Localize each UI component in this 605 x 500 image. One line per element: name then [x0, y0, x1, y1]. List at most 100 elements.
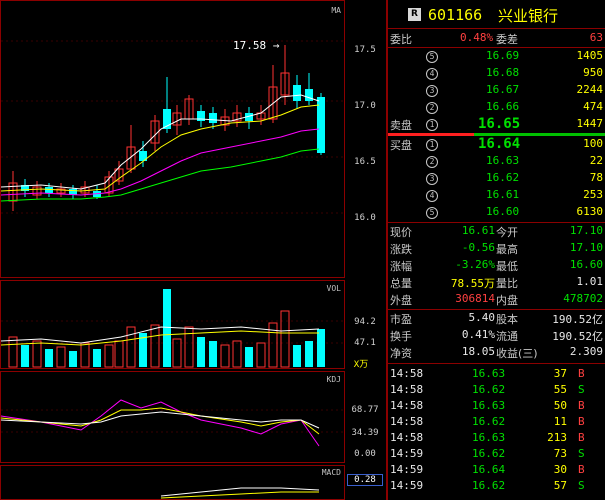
volume-bar — [69, 351, 77, 367]
volume-bar — [209, 341, 217, 367]
kdj-chart[interactable]: KDJ — [0, 371, 344, 463]
tick-side: B — [578, 415, 585, 428]
tick-side: B — [578, 431, 585, 444]
tick-row[interactable]: 14:59 16.62 73 S — [388, 446, 605, 463]
kdj-indicator-tag[interactable]: KDJ — [327, 375, 341, 384]
fundamentals-row: 净资 18.05 收益(三) 2.309 — [388, 344, 605, 361]
bid-row-1[interactable]: 买盘 1 16.64 100 — [388, 136, 605, 154]
fundamentals-row: 换手 0.41% 流通 190.52亿 — [388, 327, 605, 344]
quote-panel: R 601166 兴业银行 委比 0.48% 委差 63 5 16.69 140… — [386, 0, 605, 500]
bid-price: 16.60 — [486, 205, 520, 218]
volume-tick: 94.2 — [354, 317, 376, 327]
bid-price-best: 16.64 — [478, 136, 521, 152]
level-circle: 1 — [426, 119, 438, 131]
tick-time: 14:59 — [390, 463, 424, 476]
bid-label: 买盘 — [390, 139, 412, 152]
volume-svg[interactable] — [1, 281, 344, 368]
tick-price: 16.62 — [472, 447, 506, 460]
stock-name: 兴业银行 — [498, 7, 559, 25]
ask-row-3[interactable]: 3 16.67 2244 — [388, 82, 605, 99]
kdj-k-line — [1, 411, 320, 429]
price-tick: 16.5 — [354, 157, 376, 167]
ask-volume: 1405 — [576, 49, 604, 62]
tick-time: 14:58 — [390, 399, 424, 412]
stat-value: 16.60 — [569, 258, 603, 271]
stat-value: -3.26% — [455, 258, 495, 271]
bid-row-4[interactable]: 4 16.61 253 — [388, 187, 605, 204]
price-tick: 17.5 — [354, 45, 376, 55]
tick-volume: 57 — [553, 479, 567, 492]
price-tick: 16.0 — [354, 213, 376, 223]
ask-row-1[interactable]: 卖盘 1 16.65 1447 — [388, 116, 605, 134]
stats-row: 涨幅 -3.26% 最低 16.60 — [388, 257, 605, 274]
tick-row[interactable]: 14:59 16.64 30 B — [388, 462, 605, 479]
divider — [388, 28, 605, 29]
price-tick: 17.0 — [354, 101, 376, 111]
stat-label: 涨幅 — [390, 260, 412, 273]
fundamentals-row: 市盈 5.40 股本 190.52亿 — [388, 310, 605, 327]
fund-label: 收益(三) — [496, 347, 538, 360]
tick-row[interactable]: 14:58 16.62 55 S — [388, 382, 605, 399]
rzrq-badge: R — [408, 8, 421, 21]
level-circle: 1 — [426, 139, 438, 151]
volume-chart[interactable]: VOL — [0, 280, 344, 369]
fund-value: 190.52亿 — [552, 313, 603, 326]
stats-row: 总量 78.55万 量比 1.01 — [388, 274, 605, 291]
tick-row[interactable]: 14:58 16.62 11 B — [388, 414, 605, 431]
tick-side: S — [578, 479, 585, 492]
ask-row-5[interactable]: 5 16.69 1405 — [388, 48, 605, 65]
bid-volume: 22 — [589, 154, 603, 167]
tick-price: 16.62 — [472, 479, 506, 492]
volume-bar — [80, 342, 90, 368]
candle-body — [293, 85, 301, 101]
candlestick-svg[interactable] — [1, 1, 344, 277]
stat-label: 涨跌 — [390, 243, 412, 256]
tick-time: 14:58 — [390, 431, 424, 444]
fund-label: 净资 — [390, 347, 412, 360]
stat-value: 17.10 — [569, 224, 603, 237]
tick-row[interactable]: 14:58 16.63 37 B — [388, 366, 605, 383]
stat-value: 78.55万 — [450, 277, 495, 290]
volume-bar — [256, 342, 266, 368]
vol-indicator-tag[interactable]: VOL — [327, 284, 341, 293]
macd-svg[interactable] — [1, 466, 344, 499]
tick-row[interactable]: 14:59 16.62 57 S — [388, 478, 605, 495]
tick-row[interactable]: 14:58 16.63 213 B — [388, 430, 605, 447]
tick-row[interactable]: 14:58 16.63 50 B — [388, 398, 605, 415]
ask-price: 16.67 — [486, 83, 520, 96]
macd-tick: 0.28 — [347, 474, 383, 486]
level-circle: 3 — [426, 173, 438, 185]
bid-row-3[interactable]: 3 16.62 78 — [388, 170, 605, 187]
fund-value: 18.05 — [461, 345, 495, 358]
stock-code: 601166 — [428, 6, 483, 24]
fund-value: 2.309 — [569, 345, 603, 358]
ask-price: 16.66 — [486, 100, 520, 113]
volume-bar — [163, 289, 171, 367]
macd-indicator-tag[interactable]: MACD — [322, 468, 341, 477]
ma-indicator-tag[interactable]: MA — [331, 6, 341, 15]
bid-volume: 78 — [589, 171, 603, 184]
kdj-tick: 34.39 — [351, 428, 379, 438]
tick-time: 14:59 — [390, 479, 424, 492]
ask-row-2[interactable]: 2 16.66 474 — [388, 99, 605, 116]
kdj-svg[interactable] — [1, 372, 344, 462]
tick-price: 16.63 — [472, 367, 506, 380]
fund-value: 190.52亿 — [552, 330, 603, 343]
ask-row-4[interactable]: 4 16.68 950 — [388, 65, 605, 82]
tick-volume: 55 — [553, 383, 567, 396]
volume-bar — [220, 344, 230, 368]
stats-row: 涨跌 -0.56 最高 17.10 — [388, 240, 605, 257]
bid-row-5[interactable]: 5 16.60 6130 — [388, 204, 605, 221]
fund-label: 市盈 — [390, 313, 412, 326]
ask-label: 卖盘 — [390, 119, 412, 132]
macd-chart[interactable]: MACD — [0, 465, 344, 500]
stat-label: 总量 — [390, 277, 412, 290]
candlestick-chart[interactable]: MA 17.58 → — [0, 0, 344, 278]
tick-side: S — [578, 383, 585, 396]
stat-label: 最高 — [496, 243, 518, 256]
bid-row-2[interactable]: 2 16.63 22 — [388, 153, 605, 170]
level-circle: 5 — [426, 51, 438, 63]
level-circle: 5 — [426, 207, 438, 219]
level-circle: 4 — [426, 190, 438, 202]
fund-value: 0.41% — [461, 328, 495, 341]
